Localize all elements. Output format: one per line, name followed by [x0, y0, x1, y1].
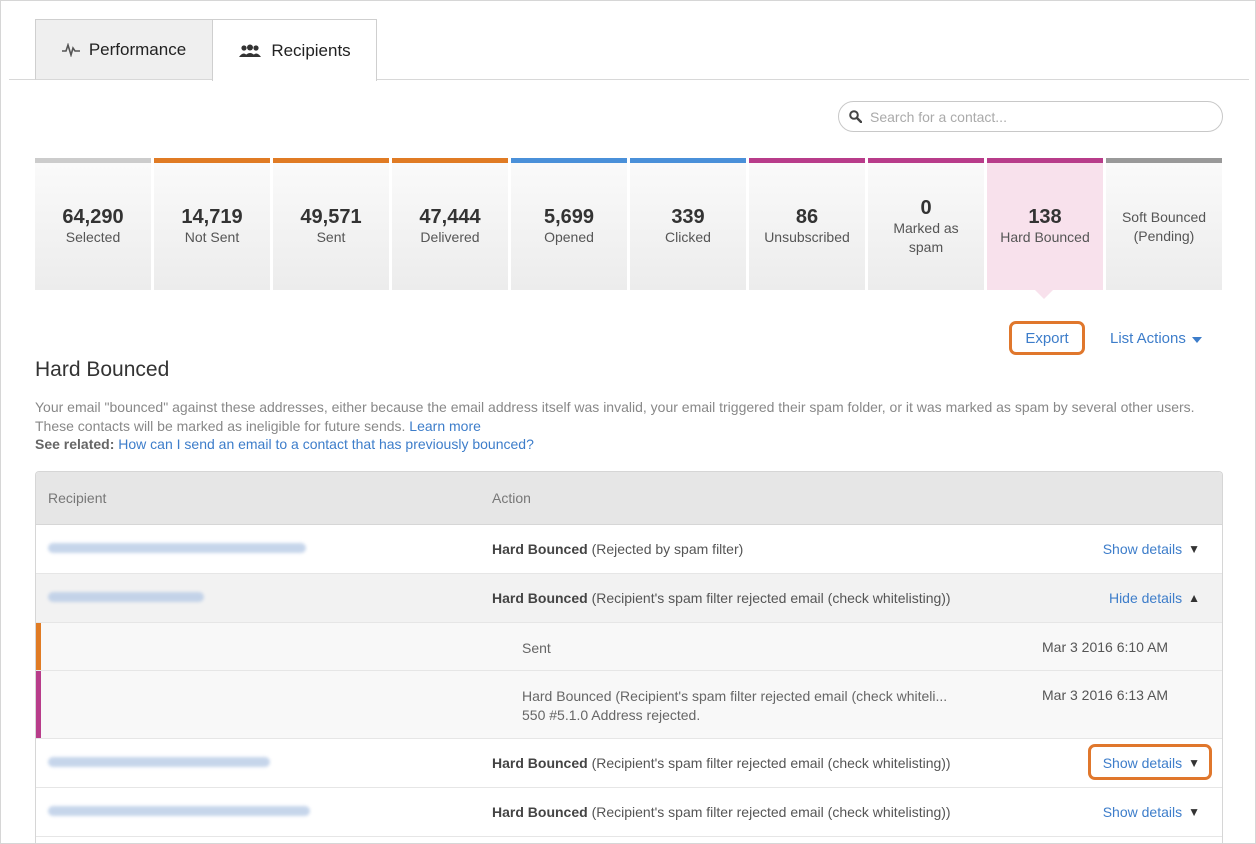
table-row: Hard Bounced (Rejected by spam filter) S… [36, 525, 1222, 574]
stat-label: Opened [544, 229, 594, 245]
toggle-label: Show details [1102, 804, 1183, 820]
people-icon [239, 44, 262, 57]
show-details-button[interactable]: Show details ▼ [1103, 804, 1200, 820]
pulse-icon [61, 42, 80, 57]
column-header-action: Action [492, 490, 531, 506]
row-action: Hard Bounced (Recipient's spam filter re… [492, 755, 951, 771]
stat-value: 5,699 [543, 206, 595, 228]
see-related: See related: How can I send an email to … [35, 436, 534, 452]
stat-value: 49,571 [300, 206, 362, 228]
recipient-email-redacted[interactable] [48, 543, 306, 553]
list-actions-dropdown[interactable]: List Actions [1110, 330, 1202, 347]
recipients-table: Recipient Action Hard Bounced (Rejected … [35, 471, 1223, 844]
row-action: Hard Bounced (Recipient's spam filter re… [492, 590, 951, 606]
stat-label: Unsubscribed [764, 229, 850, 245]
search-box [838, 101, 1223, 132]
stats-bar: 64,290 Selected 14,719 Not Sent 49,571 Sent 47… [35, 158, 1222, 290]
table-row: Hard Bounced (Recipient's spam filter re… [36, 788, 1222, 837]
recipient-email-redacted[interactable] [48, 757, 270, 767]
stat-label: Clicked [665, 229, 711, 245]
stat-card[interactable]: 138 Hard Bounced [987, 158, 1103, 290]
export-highlight: Export [1009, 321, 1085, 355]
stat-label: Marked as spam [893, 219, 959, 255]
recipient-email-redacted[interactable] [48, 592, 204, 602]
stat-value: 14,719 [181, 206, 243, 228]
status-reason: (Rejected by spam filter) [591, 541, 744, 557]
status-label: Hard Bounced [492, 755, 588, 771]
stat-value: 86 [795, 206, 819, 228]
toggle-label: Show details [1102, 541, 1183, 557]
detail-event-text: Hard Bounced (Recipient's spam filter re… [522, 688, 948, 704]
event-color-bar [36, 623, 41, 670]
detail-timestamp: Mar 3 2016 6:10 AM [1042, 639, 1169, 655]
show-details-button[interactable]: Show details ▼ [1103, 541, 1200, 557]
stat-label: Sent [316, 229, 346, 245]
stat-label: Hard Bounced [1000, 229, 1090, 245]
status-label: Hard Bounced [492, 541, 588, 557]
detail-event: Sent [522, 640, 551, 656]
stat-label: Delivered [420, 229, 480, 245]
tab-performance-label: Performance [88, 39, 187, 59]
toggle-label: Hide details [1108, 590, 1183, 606]
see-related-label: See related: [35, 436, 115, 452]
search-input[interactable] [870, 108, 1190, 125]
stat-card[interactable]: 49,571 Sent [273, 158, 389, 290]
section-title: Hard Bounced [35, 358, 170, 381]
table-header: Recipient Action [36, 472, 1222, 525]
detail-event-code: 550 #5.1.0 Address rejected. [522, 707, 701, 723]
status-reason: (Recipient's spam filter rejected email … [591, 804, 951, 820]
see-related-link[interactable]: How can I send an email to a contact tha… [118, 436, 534, 452]
row-action: Hard Bounced (Rejected by spam filter) [492, 541, 743, 557]
detail-row-bounced: Hard Bounced (Recipient's spam filter re… [36, 671, 1222, 739]
column-header-recipient: Recipient [48, 490, 107, 506]
recipient-email-redacted[interactable] [48, 806, 310, 816]
report-frame: Performance Recipients 64,290Selected14,… [0, 0, 1256, 844]
table-row: Hard Bounced (Recipient's spam filter re… [36, 739, 1222, 788]
stat-card[interactable]: Soft Bounced (Pending) [1106, 158, 1222, 290]
section-description: Your email "bounced" against these addre… [35, 398, 1235, 436]
chevron-down-icon: ▼ [1188, 542, 1200, 556]
stat-value: 64,290 [62, 206, 124, 228]
show-details-highlight [1088, 744, 1212, 780]
stat-label: Selected [65, 229, 121, 245]
hide-details-button[interactable]: Hide details ▲ [1109, 590, 1200, 606]
row-action: Hard Bounced (Recipient's spam filter re… [492, 804, 951, 820]
status-reason: (Recipient's spam filter rejected email … [591, 590, 951, 606]
status-reason: (Recipient's spam filter rejected email … [591, 755, 951, 771]
stat-card[interactable]: 86 Unsubscribed [749, 158, 865, 290]
detail-event: Hard Bounced (Recipient's spam filter re… [522, 687, 947, 725]
stat-card[interactable]: 0 Marked as spam [868, 158, 984, 290]
stat-card[interactable]: 64,290 Selected [35, 158, 151, 290]
tab-recipients[interactable]: Recipients [212, 19, 377, 81]
stat-card[interactable]: 5,699 Opened [511, 158, 627, 290]
chevron-down-icon: ▼ [1188, 805, 1200, 819]
stat-card[interactable]: 339 Clicked [630, 158, 746, 290]
stat-value: 47,444 [419, 206, 481, 228]
stat-value: 0 [920, 196, 932, 219]
learn-more-link[interactable]: Learn more [409, 418, 481, 434]
stat-value: 138 [1028, 206, 1062, 228]
search-icon [849, 110, 862, 123]
detail-row-sent: Sent Mar 3 2016 6:10 AM [36, 623, 1222, 671]
stat-label: Not Sent [184, 229, 240, 245]
active-stat-pointer [1034, 289, 1054, 299]
chevron-up-icon: ▲ [1188, 591, 1200, 605]
status-label: Hard Bounced [492, 804, 588, 820]
stat-card[interactable]: 14,719 Not Sent [154, 158, 270, 290]
description-text: Your email "bounced" against these addre… [35, 399, 1195, 434]
tab-bar: Performance Recipients [9, 19, 1249, 81]
tab-recipients-label: Recipients [271, 40, 351, 60]
detail-timestamp: Mar 3 2016 6:13 AM [1042, 687, 1169, 703]
tab-performance[interactable]: Performance [35, 19, 213, 80]
stat-card[interactable]: 47,444 Delivered [392, 158, 508, 290]
chevron-down-icon [1191, 337, 1202, 343]
export-link[interactable]: Export [1025, 330, 1068, 347]
stat-label: Soft Bounced (Pending) [1121, 208, 1207, 244]
stat-value: 339 [671, 206, 705, 228]
event-color-bar [36, 671, 41, 738]
list-actions-label: List Actions [1110, 330, 1186, 347]
table-row: Hard Bounced (Recipient's spam filter re… [36, 574, 1222, 623]
status-label: Hard Bounced [492, 590, 588, 606]
